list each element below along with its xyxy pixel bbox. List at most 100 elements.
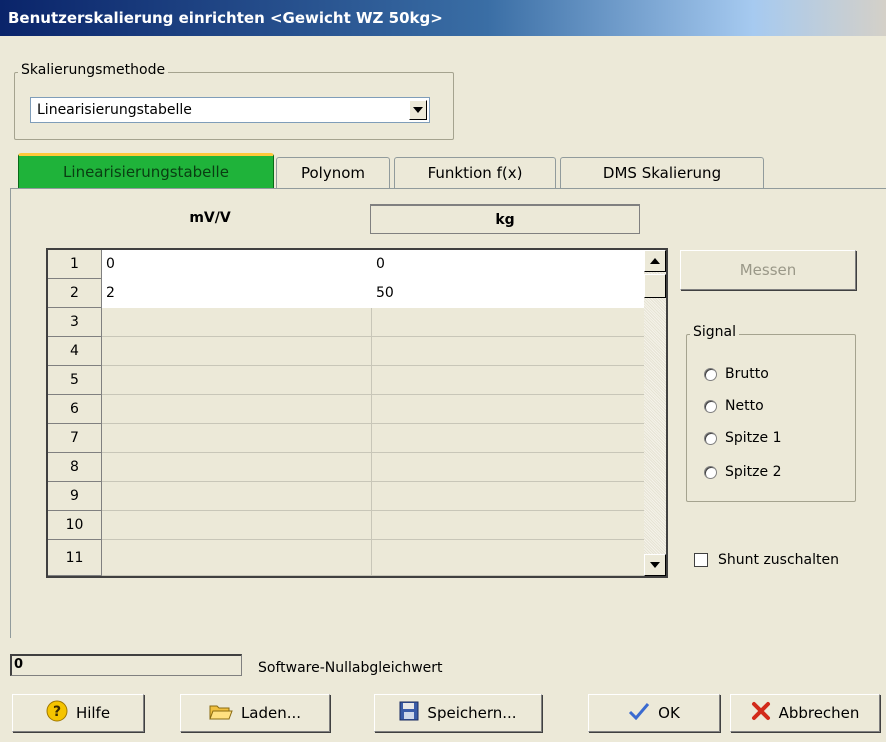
shunt-label: Shunt zuschalten [718,552,839,568]
table-cell-mvv[interactable] [102,424,372,453]
row-number: 7 [48,424,102,453]
tab-label: DMS Skalierung [602,164,722,182]
table-cell-mvv[interactable] [102,366,372,395]
row-number: 5 [48,366,102,395]
table-cell-kg[interactable] [372,540,644,576]
chevron-down-icon[interactable] [409,100,427,120]
radio-label: Brutto [725,366,769,382]
floppy-disk-icon [399,701,419,725]
checkmark-icon [628,702,650,724]
table-cell-mvv[interactable]: 2 [102,279,372,308]
messen-label: Messen [739,261,797,279]
radio-label: Spitze 2 [725,464,782,480]
linearization-table[interactable]: 1 0 0 2 2 50 3 4 5 6 7 8 9 10 11 [46,248,668,578]
table-row[interactable]: 2 2 50 [48,279,644,308]
scroll-up-arrow-icon[interactable] [644,250,666,272]
row-number: 4 [48,337,102,366]
table-cell-mvv[interactable] [102,395,372,424]
radio-circle-icon [704,465,717,479]
hilfe-label: Hilfe [75,704,111,722]
method-select-value: Linearisierungstabelle [37,102,192,118]
zero-value-field[interactable]: 0 [10,654,242,676]
tab-dms-skalierung[interactable]: DMS Skalierung [560,157,764,188]
table-cell-kg[interactable] [372,366,644,395]
table-cell-kg[interactable] [372,337,644,366]
tab-polynom[interactable]: Polynom [276,157,390,188]
tab-label: Funktion f(x) [427,164,523,182]
table-cell-kg[interactable] [372,424,644,453]
radio-label: Spitze 1 [725,430,782,446]
row-number: 2 [48,279,102,308]
zero-label: Software-Nullabgleichwert [258,660,443,676]
table-cell-mvv[interactable] [102,453,372,482]
row-number: 1 [48,250,102,279]
table-cell-mvv[interactable]: 0 [102,250,372,279]
row-number: 3 [48,308,102,337]
table-row[interactable]: 9 [48,482,644,511]
radio-netto[interactable]: Netto [704,398,764,414]
shunt-checkbox[interactable] [694,553,708,567]
method-group-label: Skalierungsmethode [18,62,169,78]
scroll-down-arrow-icon[interactable] [644,554,666,576]
table-row[interactable]: 10 [48,511,644,540]
table-row[interactable]: 6 [48,395,644,424]
radio-circle-icon [704,367,717,381]
signal-group-label: Signal [690,324,740,340]
tab-funktion[interactable]: Funktion f(x) [394,157,556,188]
folder-open-icon [209,701,233,725]
table-row[interactable]: 7 [48,424,644,453]
table-row[interactable]: 3 [48,308,644,337]
table-cell-kg[interactable] [372,482,644,511]
radio-circle-icon [704,431,717,445]
table-row[interactable]: 8 [48,453,644,482]
table-cell-kg[interactable]: 0 [372,250,644,279]
tab-linearisierungstabelle[interactable]: Linearisierungstabelle [18,153,274,189]
help-icon: ? [46,700,68,726]
tab-label: Linearisierungstabelle [63,163,229,181]
table-row[interactable]: 4 [48,337,644,366]
row-number: 6 [48,395,102,424]
radio-circle-icon [704,399,717,413]
zero-value: 0 [14,657,24,672]
table-cell-kg[interactable] [372,395,644,424]
row-number: 10 [48,511,102,540]
close-icon [751,701,771,725]
table-cell-kg[interactable] [372,453,644,482]
table-row[interactable]: 11 [48,540,644,576]
table-cell-mvv[interactable] [102,511,372,540]
speichern-button[interactable]: Speichern... [374,694,542,732]
abbrechen-button[interactable]: Abbrechen [730,694,880,732]
radio-spitze-2[interactable]: Spitze 2 [704,464,781,480]
table-cell-mvv[interactable] [102,337,372,366]
table-cell-kg[interactable] [372,308,644,337]
radio-brutto[interactable]: Brutto [704,366,769,382]
table-scrollbar[interactable] [644,250,666,576]
ok-label: OK [658,704,680,722]
row-number: 11 [48,540,102,576]
hilfe-button[interactable]: ? Hilfe [12,694,144,732]
tab-label: Polynom [300,164,366,182]
laden-button[interactable]: Laden... [180,694,330,732]
radio-label: Netto [725,398,764,414]
method-select[interactable]: Linearisierungstabelle [30,97,430,123]
ok-button[interactable]: OK [588,694,720,732]
column-header-mvv: mV/V [189,210,231,226]
table-row[interactable]: 1 0 0 [48,250,644,279]
row-number: 8 [48,453,102,482]
scroll-thumb[interactable] [644,274,666,298]
table-cell-mvv[interactable] [102,308,372,337]
table-cell-kg[interactable]: 50 [372,279,644,308]
messen-button[interactable]: Messen [680,250,856,290]
radio-spitze-1[interactable]: Spitze 1 [704,430,781,446]
table-row[interactable]: 5 [48,366,644,395]
shunt-checkbox-row[interactable]: Shunt zuschalten [694,552,839,568]
table-cell-mvv[interactable] [102,540,372,576]
table-cell-mvv[interactable] [102,482,372,511]
svg-text:?: ? [53,704,61,720]
abbrechen-label: Abbrechen [778,704,860,722]
window-title: Benutzerskalierung einrichten <Gewicht W… [0,0,886,36]
column-header-kg: kg [370,204,640,234]
laden-label: Laden... [240,704,302,722]
table-cell-kg[interactable] [372,511,644,540]
speichern-label: Speichern... [427,704,517,722]
